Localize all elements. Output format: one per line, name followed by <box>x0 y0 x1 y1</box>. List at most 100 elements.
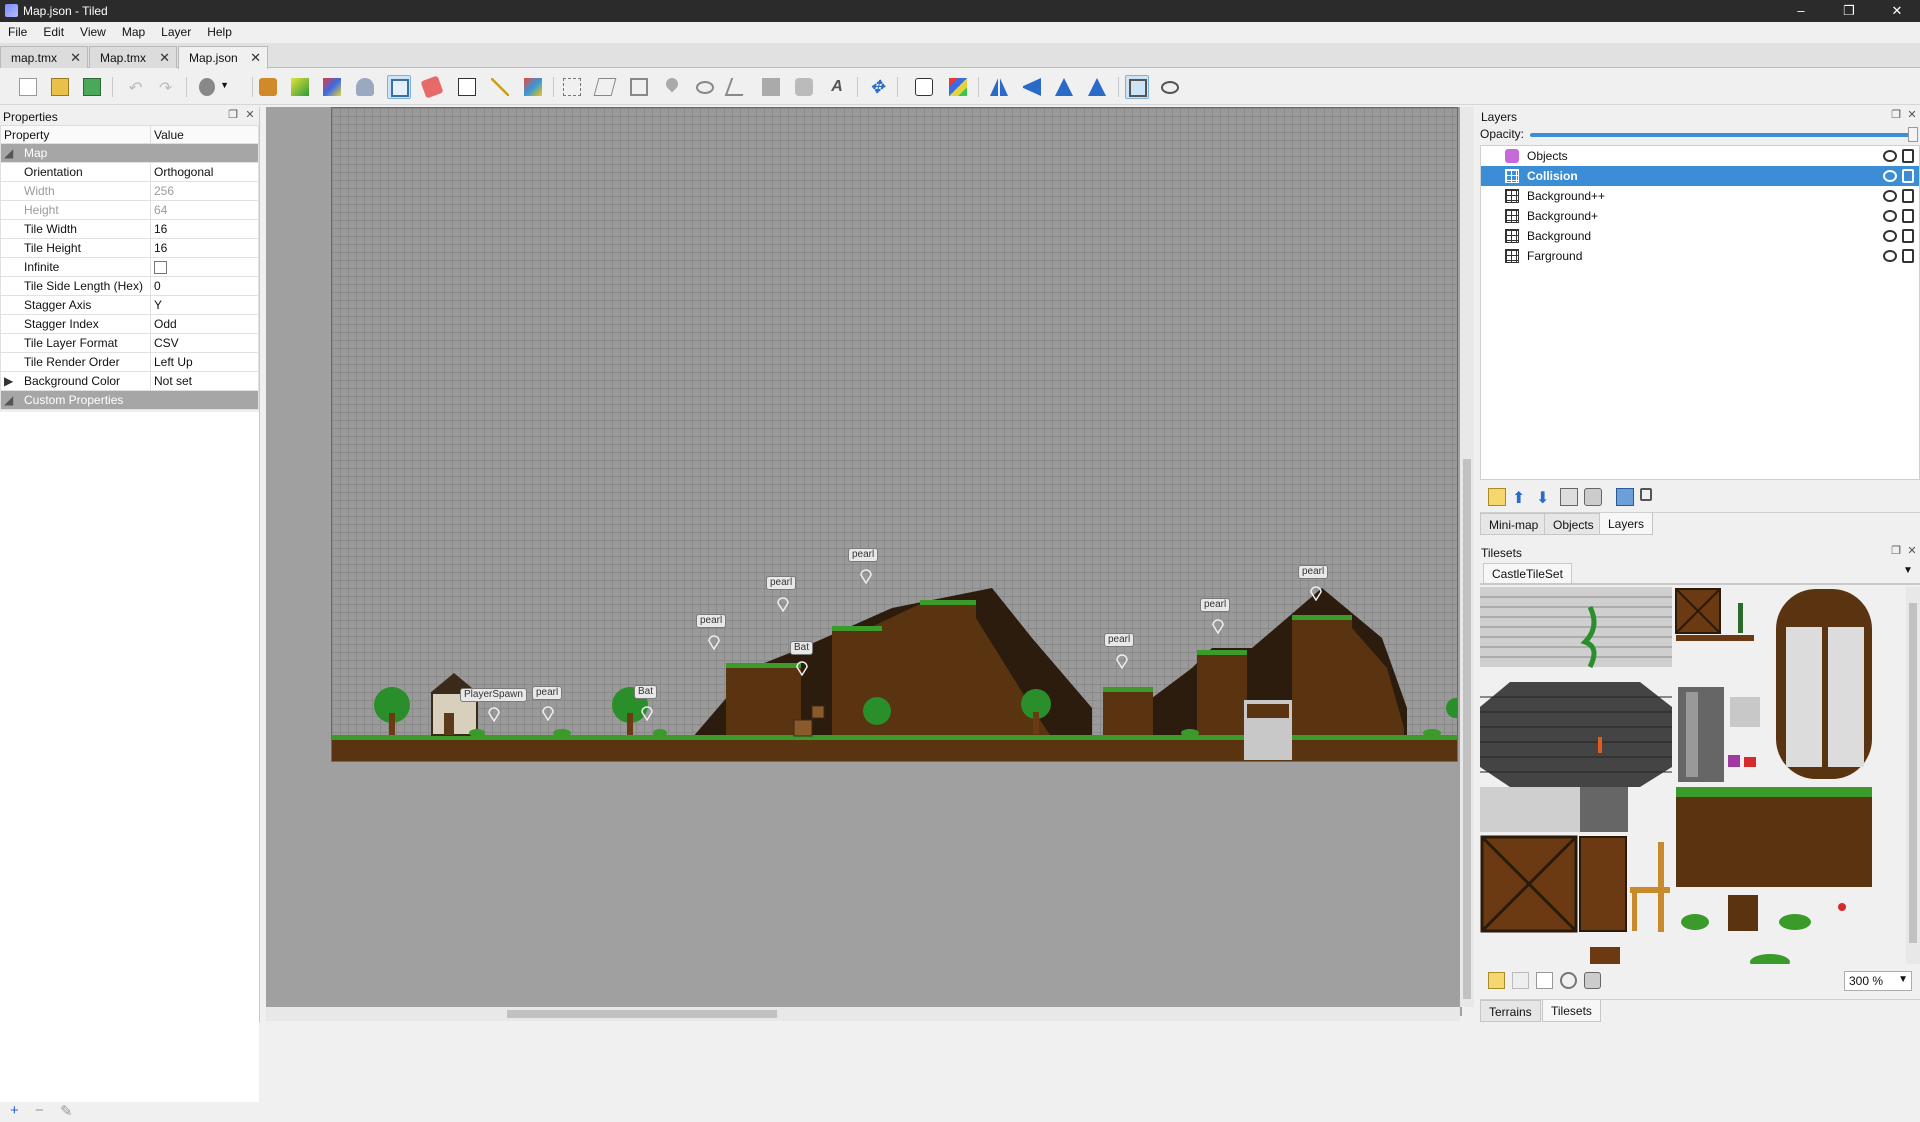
object-label[interactable]: Bat <box>634 685 658 699</box>
rename-property-icon[interactable]: ✎ <box>60 1102 73 1120</box>
object-pin-icon[interactable] <box>777 596 789 612</box>
opacity-slider-handle[interactable] <box>1908 127 1918 142</box>
property-value[interactable]: CSV <box>150 333 259 353</box>
property-value[interactable]: Odd <box>150 314 259 334</box>
rotate-left-icon[interactable] <box>1052 75 1076 99</box>
bucket-fill-icon[interactable] <box>353 75 377 99</box>
add-layer-icon[interactable] <box>1488 488 1506 506</box>
delete-tileset-icon[interactable] <box>1584 972 1601 989</box>
insert-ellipse-icon[interactable] <box>693 75 717 99</box>
eye-icon[interactable] <box>1883 190 1897 202</box>
ellipse-tool-icon[interactable] <box>1158 75 1182 99</box>
doc-tab-map-tmx[interactable]: Map.tmx ✕ <box>89 46 177 68</box>
map-vertical-scrollbar[interactable] <box>1460 107 1474 1007</box>
insert-tile-icon[interactable] <box>759 75 783 99</box>
eraser-icon[interactable] <box>420 75 444 99</box>
select-same-tile-icon[interactable] <box>521 75 545 99</box>
collapse-arrow-icon[interactable]: ◢ <box>4 393 24 407</box>
minimize-button[interactable]: – <box>1778 0 1824 22</box>
property-row[interactable]: Stagger Index Odd <box>0 314 259 334</box>
property-value[interactable]: 16 <box>150 238 259 258</box>
flip-horizontal-icon[interactable] <box>987 75 1011 99</box>
layer-row-background-plus-plus[interactable]: Background++ <box>1481 186 1919 206</box>
close-panel-icon[interactable]: ✕ <box>1906 109 1918 121</box>
float-panel-icon[interactable]: ❐ <box>1890 109 1902 121</box>
object-pin-icon[interactable] <box>1212 618 1224 634</box>
edit-tileset-icon[interactable] <box>1560 972 1577 989</box>
object-label[interactable]: pearl <box>696 614 727 628</box>
new-tileset-icon[interactable] <box>1488 972 1505 989</box>
map-group-row[interactable]: ◢ Map <box>0 143 259 163</box>
edit-polygons-icon[interactable] <box>593 75 617 99</box>
terrain-brush-icon[interactable] <box>320 75 344 99</box>
object-label[interactable]: Bat <box>790 641 814 655</box>
flip-vertical-icon[interactable] <box>1020 75 1044 99</box>
property-value[interactable]: 16 <box>150 219 259 239</box>
eye-icon[interactable] <box>1883 170 1897 182</box>
open-icon[interactable] <box>48 75 72 99</box>
wang-fill-icon[interactable] <box>288 75 312 99</box>
menu-layer[interactable]: Layer <box>153 22 199 39</box>
move-icon[interactable]: ✥ <box>865 75 889 99</box>
float-panel-icon[interactable]: ❐ <box>1890 545 1902 557</box>
tileset-menu-chevron-icon[interactable]: ▼ <box>1903 565 1913 576</box>
embed-tileset-icon[interactable] <box>1512 972 1529 989</box>
new-document-icon[interactable] <box>16 75 40 99</box>
object-pin-icon[interactable] <box>641 705 653 721</box>
close-button[interactable]: ✕ <box>1874 0 1920 22</box>
object-label[interactable]: pearl <box>1298 565 1329 579</box>
property-row[interactable]: Stagger Axis Y <box>0 295 259 315</box>
property-row[interactable]: Orientation Orthogonal <box>0 162 259 182</box>
property-value[interactable]: Y <box>150 295 259 315</box>
tab-layers[interactable]: Layers <box>1599 513 1654 535</box>
eye-icon[interactable] <box>1883 250 1897 262</box>
object-pin-icon[interactable] <box>1310 585 1322 601</box>
tab-tilesets[interactable]: Tilesets <box>1542 1000 1601 1022</box>
close-panel-icon[interactable]: ✕ <box>244 109 256 121</box>
lock-icon[interactable] <box>1902 249 1914 263</box>
opacity-slider[interactable] <box>1530 133 1915 137</box>
menu-map[interactable]: Map <box>114 22 153 39</box>
infinite-checkbox[interactable] <box>154 261 167 275</box>
object-pin-icon[interactable] <box>860 568 872 584</box>
undo-icon[interactable]: ↶ <box>122 75 146 99</box>
menu-help[interactable]: Help <box>199 22 240 39</box>
property-row[interactable]: Tile Render Order Left Up <box>0 352 259 372</box>
layer-row-farground[interactable]: Farground <box>1481 246 1919 266</box>
remove-property-icon[interactable]: − <box>35 1102 44 1119</box>
save-icon[interactable] <box>80 75 104 99</box>
lock-icon[interactable] <box>1902 169 1914 183</box>
scroll-thumb[interactable] <box>1463 459 1471 999</box>
lock-icon[interactable] <box>1902 189 1914 203</box>
object-label[interactable]: pearl <box>1200 598 1231 612</box>
doc-tab-map-tmx-lower[interactable]: map.tmx ✕ <box>0 46 88 68</box>
layer-row-collision[interactable]: Collision <box>1481 166 1919 186</box>
maximize-button[interactable]: ❐ <box>1826 0 1872 22</box>
property-value[interactable]: Left Up <box>150 352 259 372</box>
stamp-brush-icon[interactable] <box>387 75 411 99</box>
scroll-thumb[interactable] <box>1909 603 1917 943</box>
lock-icon[interactable] <box>1902 149 1914 163</box>
object-label[interactable]: PlayerSpawn <box>460 688 527 702</box>
eye-icon[interactable] <box>1883 230 1897 242</box>
insert-polygon-icon[interactable] <box>724 75 750 99</box>
object-pin-icon[interactable] <box>1116 653 1128 669</box>
lower-layer-icon[interactable]: ⬇ <box>1536 488 1554 507</box>
lock-icon[interactable] <box>1902 229 1914 243</box>
magic-wand-icon[interactable] <box>488 75 512 99</box>
tileset-vertical-scrollbar[interactable] <box>1906 587 1920 964</box>
menu-view[interactable]: View <box>72 22 114 39</box>
menu-file[interactable]: File <box>0 22 35 39</box>
object-label[interactable]: pearl <box>848 548 879 562</box>
tileset-tile-grid[interactable] <box>1480 587 1905 964</box>
map-horizontal-scrollbar[interactable] <box>266 1007 1460 1021</box>
redo-icon[interactable]: ↷ <box>152 75 176 99</box>
object-label[interactable]: pearl <box>766 576 797 590</box>
property-value[interactable] <box>150 257 259 277</box>
object-label[interactable]: pearl <box>532 686 563 700</box>
layer-row-background-plus[interactable]: Background+ <box>1481 206 1919 226</box>
map-view[interactable]: PlayerSpawn pearl Bat pearl pearl Bat pe… <box>266 107 1474 1021</box>
insert-template-icon[interactable] <box>792 75 816 99</box>
close-tab-icon[interactable]: ✕ <box>250 50 261 66</box>
add-property-icon[interactable]: + <box>10 1102 19 1119</box>
